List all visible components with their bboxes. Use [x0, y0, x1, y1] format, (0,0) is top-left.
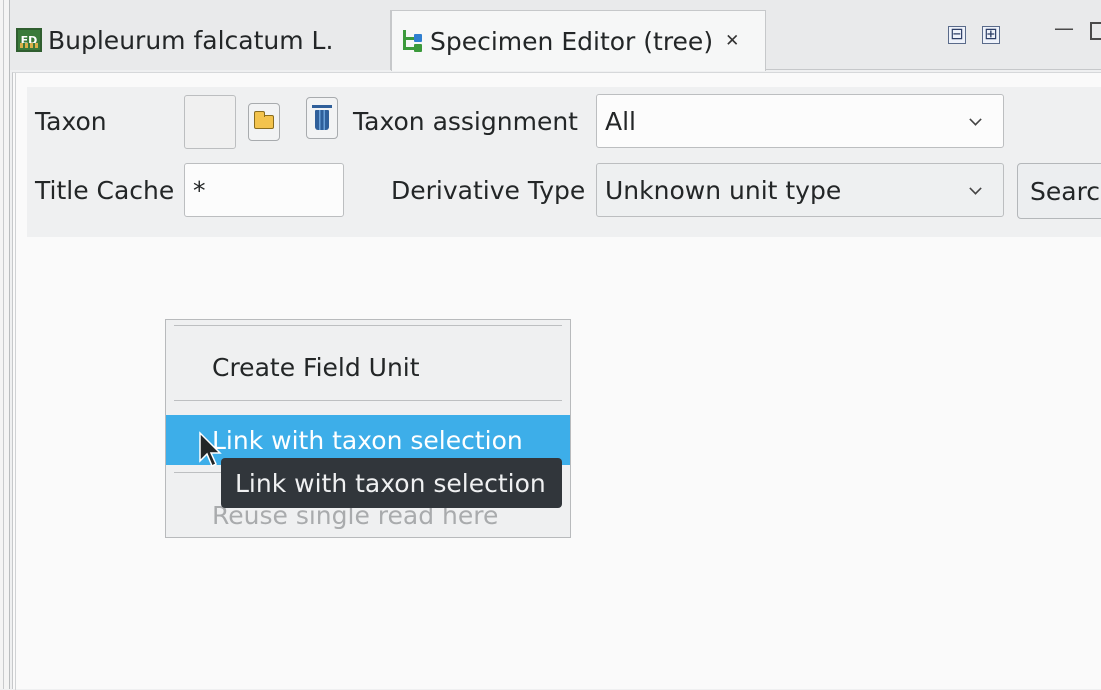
folder-icon [254, 111, 274, 129]
derivative-type-value: Unknown unit type [605, 175, 842, 205]
taxon-field[interactable] [184, 95, 236, 149]
trash-icon [312, 105, 332, 130]
search-form: Taxon Taxon assignment All Title Cache *… [27, 87, 1101, 237]
minimize-icon[interactable]: — [1054, 16, 1074, 40]
maximize-icon[interactable] [1090, 22, 1101, 40]
menu-separator [174, 325, 562, 326]
ed-icon: ED [16, 28, 42, 52]
taxon-assignment-label: Taxon assignment [353, 107, 578, 136]
tree-icon [398, 28, 424, 54]
menu-separator [174, 400, 562, 401]
menu-item-create-field-unit[interactable]: Create Field Unit [166, 342, 570, 392]
derivative-type-label: Derivative Type [391, 176, 586, 205]
tab-specimen-editor-tree[interactable]: Specimen Editor (tree) ✕ [391, 10, 766, 71]
expand-all-icon[interactable]: ⊞ [982, 26, 1000, 44]
tab-label: Specimen Editor (tree) [430, 26, 714, 56]
derivative-type-select[interactable]: Unknown unit type [596, 163, 1004, 217]
taxon-assignment-select[interactable]: All [596, 94, 1004, 148]
tooltip: Link with taxon selection [221, 458, 562, 508]
open-taxon-button[interactable] [248, 103, 280, 141]
collapse-all-icon[interactable]: ⊟ [948, 26, 966, 44]
editor-tab-strip: ED Bupleurum falcatum L. Specimen Editor… [10, 0, 1101, 71]
taxon-label: Taxon [35, 107, 107, 136]
remove-taxon-button[interactable] [306, 97, 338, 139]
search-button[interactable]: Search [1017, 163, 1101, 219]
close-icon[interactable]: ✕ [725, 31, 739, 51]
window-left-edge [0, 0, 10, 689]
taxon-assignment-value: All [605, 106, 636, 136]
tab-bupleurum-falcatum[interactable]: ED Bupleurum falcatum L. [10, 10, 391, 70]
tab-label: Bupleurum falcatum L. [48, 25, 334, 55]
title-cache-label: Title Cache [35, 176, 175, 205]
title-cache-field[interactable]: * [184, 163, 344, 217]
chevron-down-icon [969, 182, 982, 195]
chevron-down-icon [969, 113, 982, 126]
